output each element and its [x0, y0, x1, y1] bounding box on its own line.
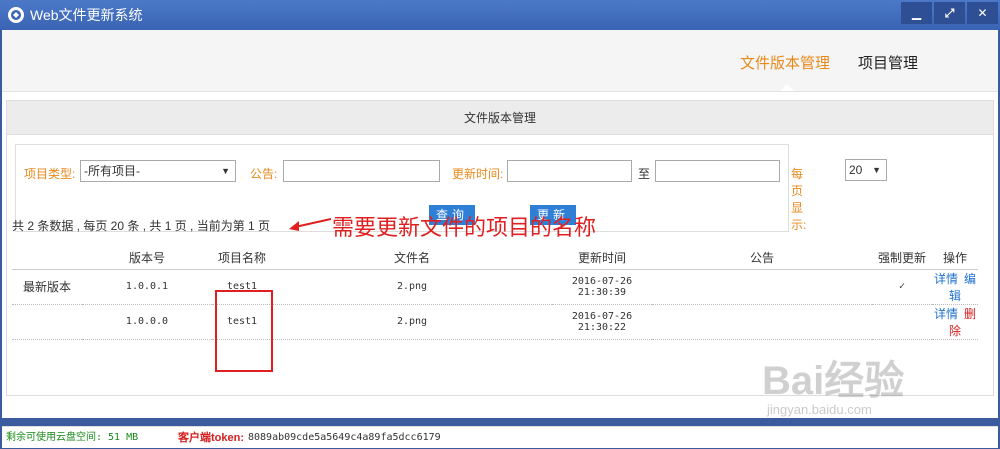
maximize-icon[interactable]: ⤢: [934, 2, 965, 24]
chevron-down-icon: ▼: [872, 165, 881, 175]
time-to-input[interactable]: [655, 160, 780, 182]
active-nav-caret: [780, 84, 794, 91]
col-force-update: 强制更新: [872, 247, 932, 270]
close-icon[interactable]: ✕: [967, 2, 998, 24]
version-cell: 1.0.0.1: [82, 269, 212, 305]
col-tag: [12, 247, 82, 270]
annotation-highlight-box: [215, 290, 273, 372]
chevron-down-icon: ▼: [221, 166, 230, 176]
top-navigation: 文件版本管理 项目管理: [2, 30, 998, 92]
baidu-watermark: Bai经验: [762, 359, 905, 403]
tag-cell: [12, 304, 82, 340]
col-update-time: 更新时间: [552, 247, 652, 270]
app-logo-icon: [8, 7, 24, 23]
col-notice: 公告: [652, 247, 872, 270]
actions-cell: 详情 删除: [932, 304, 978, 340]
pagination-summary: 共 2 条数据 , 每页 20 条 , 共 1 页 , 当前为第 1 页: [12, 219, 271, 233]
minimize-icon[interactable]: ▁: [901, 2, 932, 24]
client-area: 文件版本管理 项目管理 文件版本管理 项目类型: -所有项目- ▼ 公告: 更新…: [2, 30, 998, 448]
project-type-value: -所有项目-: [84, 164, 140, 178]
file-name-cell: 2.png: [272, 269, 552, 305]
col-project-name: 项目名称: [212, 247, 272, 270]
detail-link[interactable]: 详情: [934, 307, 958, 321]
baidu-watermark-url: jingyan.baidu.com: [767, 402, 872, 417]
title-bar: Web文件更新系统 ▁ ⤢ ✕: [0, 0, 1000, 30]
callout-arrow-icon: [289, 218, 332, 231]
col-actions: 操作: [932, 247, 978, 270]
per-page-value: 20: [849, 163, 863, 177]
notice-cell: [652, 269, 872, 305]
version-table: 版本号 项目名称 文件名 更新时间 公告 强制更新 操作 最新版本 1.0.0.…: [12, 247, 978, 340]
token-value: 8089ab09cde5a5649c4a89fa5dcc6179: [248, 432, 441, 443]
panel-header: 文件版本管理: [7, 101, 993, 135]
force-update-check-icon: ✓: [872, 269, 932, 305]
project-type-select[interactable]: -所有项目- ▼: [80, 160, 236, 182]
table-row: 最新版本 1.0.0.1 test1 2.png 2016-07-26 21:3…: [12, 269, 978, 305]
notice-input[interactable]: [283, 160, 440, 182]
update-time-cell: 2016-07-26 21:30:22: [552, 304, 652, 340]
window-title: Web文件更新系统: [30, 7, 143, 23]
nav-file-version[interactable]: 文件版本管理: [740, 52, 830, 73]
detail-link[interactable]: 详情: [934, 272, 958, 286]
notice-label: 公告:: [250, 167, 278, 181]
window-controls: ▁ ⤢ ✕: [901, 2, 998, 24]
per-page-select[interactable]: 20 ▼: [845, 159, 887, 181]
time-from-input[interactable]: [507, 160, 632, 182]
table-header-row: 版本号 项目名称 文件名 更新时间 公告 强制更新 操作: [12, 247, 978, 270]
col-file-name: 文件名: [272, 247, 552, 270]
version-cell: 1.0.0.0: [82, 304, 212, 340]
actions-cell: 详情 编辑: [932, 269, 978, 305]
col-version: 版本号: [82, 247, 212, 270]
notice-cell: [652, 304, 872, 340]
latest-version-tag: 最新版本: [12, 269, 82, 305]
update-time-label: 更新时间:: [452, 167, 504, 181]
to-label: 至: [638, 167, 651, 181]
file-name-cell: 2.png: [272, 304, 552, 340]
token-label: 客户端token:: [178, 432, 244, 444]
force-update-cell: [872, 304, 932, 340]
nav-project-management[interactable]: 项目管理: [858, 52, 918, 73]
storage-status: 剩余可使用云盘空间: 51 MB: [6, 432, 139, 443]
update-time-cell: 2016-07-26 21:30:39: [552, 269, 652, 305]
table-row: 1.0.0.0 test1 2.png 2016-07-26 21:30:22 …: [12, 304, 978, 340]
status-bar: 剩余可使用云盘空间: 51 MB 客户端token: 8089ab09cde5a…: [2, 426, 998, 448]
project-type-label: 项目类型:: [24, 167, 76, 181]
annotation-callout: 需要更新文件的项目的名称: [332, 215, 597, 240]
per-page-label: 每页显示:: [791, 167, 807, 232]
